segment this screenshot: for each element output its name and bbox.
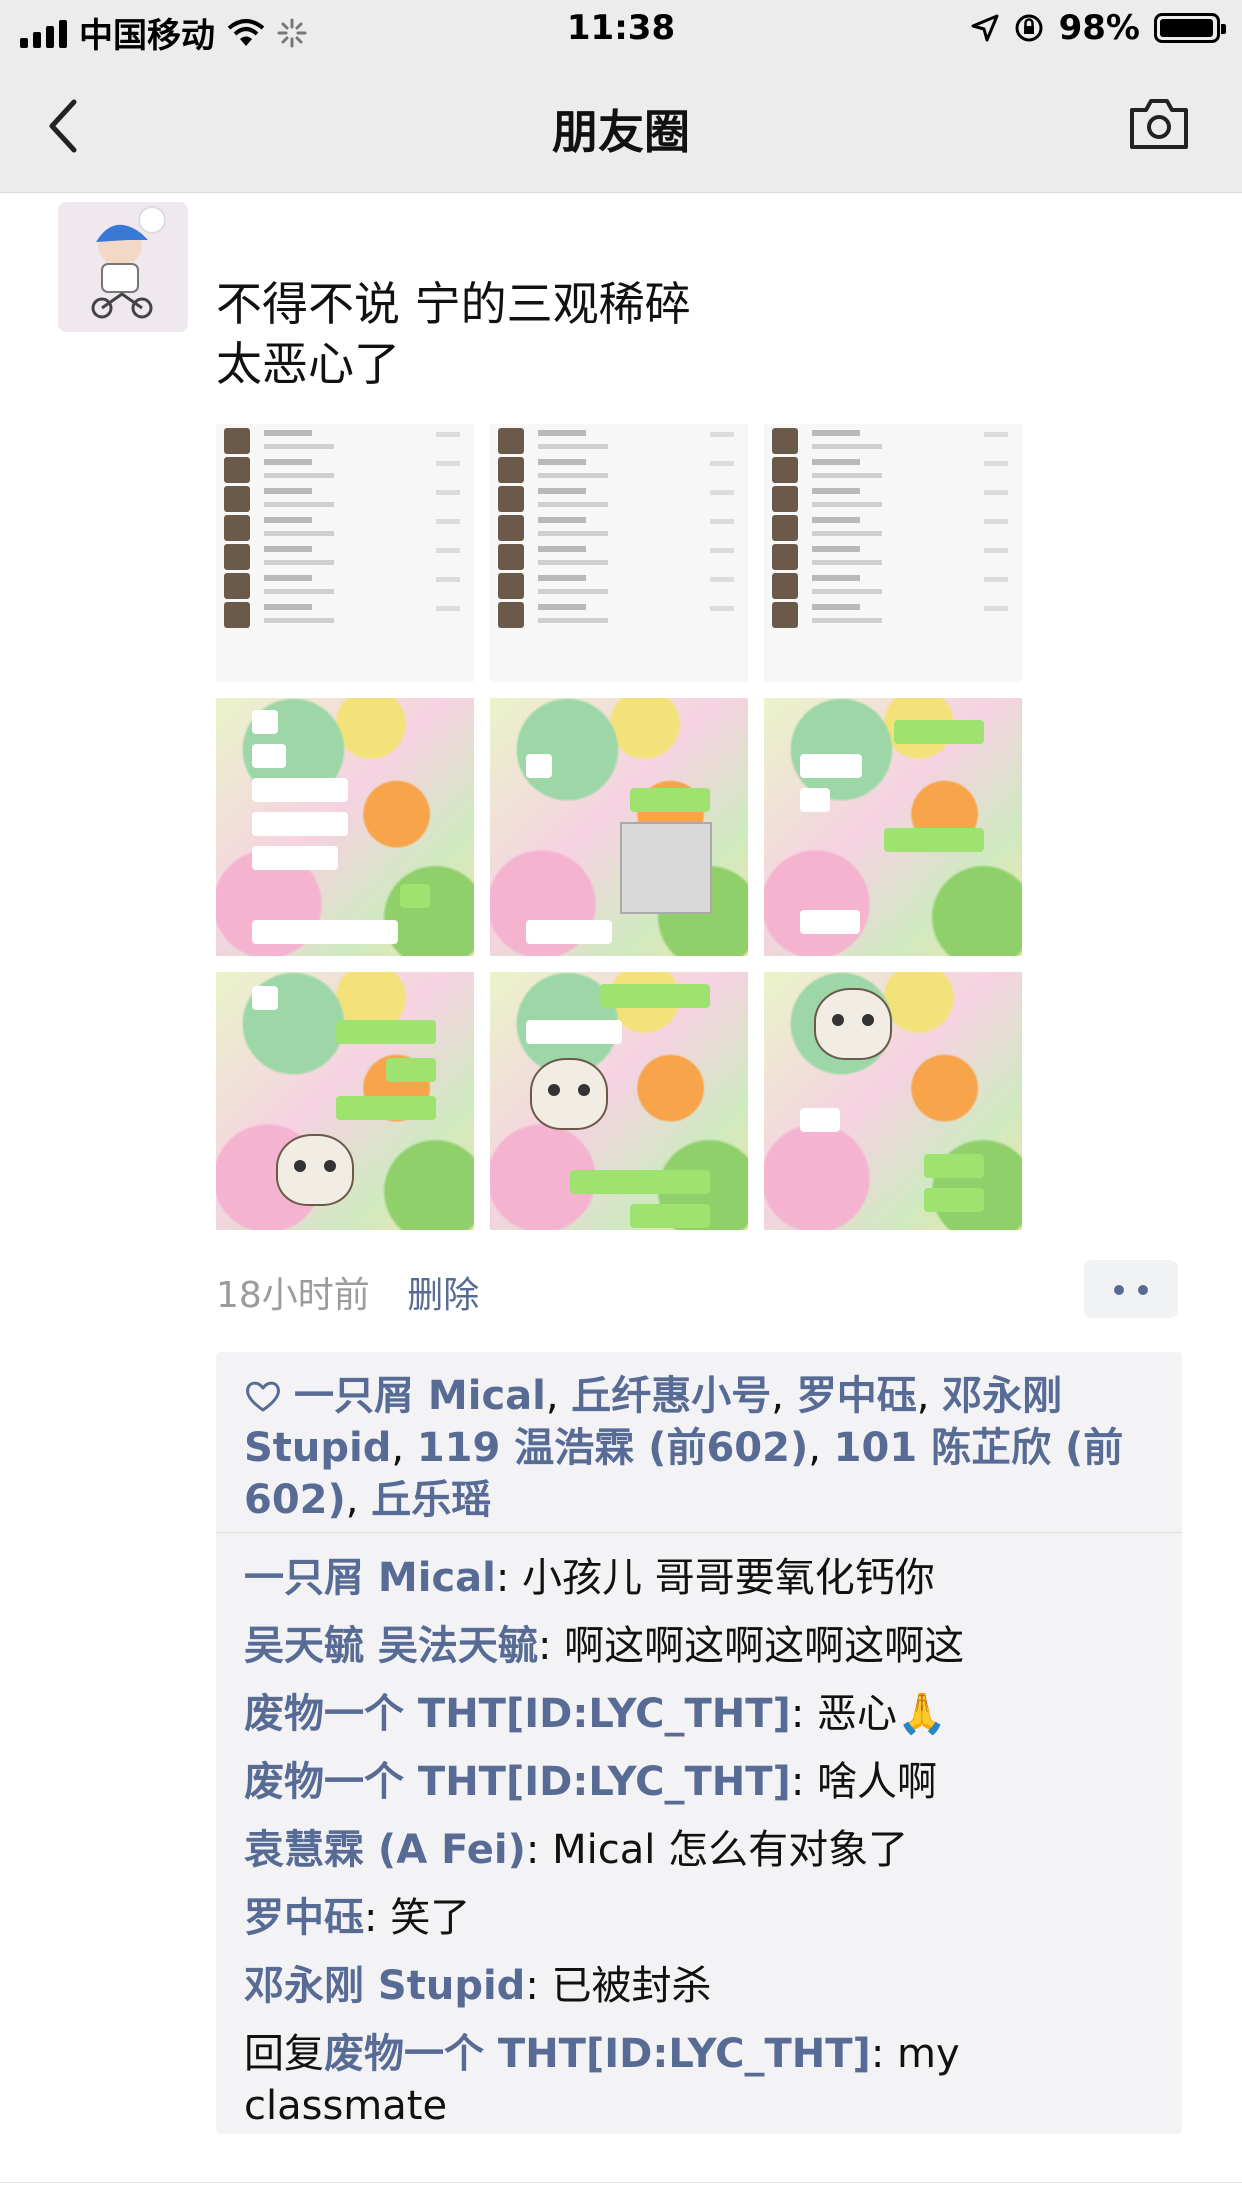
thumb-chat-row	[224, 486, 464, 516]
like-separator: ,	[808, 1425, 834, 1471]
post-text-line: 不得不说 宁的三观稀碎	[216, 277, 691, 331]
post-image-grid	[216, 424, 1032, 1232]
thumb-chat-row	[224, 573, 464, 603]
comment-user[interactable]: 袁慧霖 (A Fei)	[244, 1827, 526, 1873]
thumb-chat-row	[498, 457, 738, 487]
like-user[interactable]: 丘乐瑶	[371, 1477, 491, 1523]
post-image-5[interactable]	[490, 698, 748, 956]
like-separator: ,	[345, 1477, 372, 1523]
thumb-chat-row	[498, 544, 738, 574]
status-bar: 中国移动 11:38 98%	[0, 0, 1242, 60]
thumb-chat-row	[772, 515, 1012, 545]
comment[interactable]: 一只屑 Mical: 小孩儿 哥哥要氧化钙你	[244, 1544, 1164, 1612]
divider	[0, 2182, 1242, 2183]
post-image-2[interactable]	[490, 424, 748, 682]
comment[interactable]: 吴天毓 吴法天毓: 啊这啊这啊这啊这啊这	[244, 1612, 1164, 1680]
comment-text: : 啥人啊	[790, 1759, 938, 1805]
rotation-lock-icon	[1015, 14, 1043, 42]
comment-text: : 笑了	[364, 1895, 471, 1941]
avatar[interactable]	[58, 202, 188, 332]
camera-icon[interactable]	[1128, 96, 1190, 152]
location-arrow-icon	[971, 14, 999, 42]
post-text: 不得不说 宁的三观稀碎 太恶心了	[216, 274, 1176, 394]
thumb-chat-row	[224, 457, 464, 487]
post-image-1[interactable]	[216, 424, 474, 682]
comment-text: : Mical 怎么有对象了	[525, 1827, 909, 1873]
nav-bar: 朋友圈	[0, 60, 1242, 193]
like-separator: ,	[545, 1373, 572, 1419]
comment-text: : 啊这啊这啊这啊这啊这	[537, 1623, 965, 1669]
thumb-chat-row	[772, 486, 1012, 516]
heart-icon	[246, 1381, 280, 1412]
post-image-9[interactable]	[764, 972, 1022, 1230]
comment-user[interactable]: 废物一个 THT[ID:LYC_THT]	[244, 1691, 791, 1737]
thumb-chat-row	[772, 544, 1012, 574]
thumb-chat-row	[224, 602, 464, 632]
like-separator: ,	[391, 1425, 417, 1471]
post-image-3[interactable]	[764, 424, 1022, 682]
comment-text: : 恶心🙏	[790, 1691, 947, 1737]
battery-percent: 98%	[1058, 8, 1140, 48]
avatar-image	[91, 206, 166, 319]
comment-text: : 小孩儿 哥哥要氧化钙你	[495, 1555, 935, 1601]
comment-reply-prefix: 回复	[244, 2031, 324, 2077]
post-time: 18小时前	[216, 1275, 370, 1316]
comment-user[interactable]: 邓永刚 Stupid	[244, 1963, 525, 2009]
post-image-6[interactable]	[764, 698, 1022, 956]
delete-link[interactable]: 删除	[407, 1275, 479, 1316]
thumb-chat-row	[498, 573, 738, 603]
comment[interactable]: 废物一个 THT[ID:LYC_THT]: 恶心🙏	[244, 1680, 1164, 1748]
comment[interactable]: 罗中砡: 笑了	[244, 1884, 1164, 1952]
thumb-chat-row	[224, 515, 464, 545]
post-image-8[interactable]	[490, 972, 748, 1230]
comment[interactable]: 废物一个 THT[ID:LYC_THT]: 啥人啊	[244, 1748, 1164, 1816]
comment-user[interactable]: 罗中砡	[244, 1895, 364, 1941]
likes-comments-panel: 一只屑 Mical, 丘纤惠小号, 罗中砡, 邓永刚 Stupid, 119 温…	[216, 1352, 1182, 2134]
comment-user[interactable]: 一只屑 Mical	[244, 1555, 496, 1601]
thumb-chat-row	[772, 457, 1012, 487]
comment[interactable]: 回复废物一个 THT[ID:LYC_THT]: my classmate	[244, 2020, 1164, 2132]
thumb-chat-row	[498, 515, 738, 545]
comments-list: 一只屑 Mical: 小孩儿 哥哥要氧化钙你 吴天毓 吴法天毓: 啊这啊这啊这啊…	[244, 1544, 1164, 2132]
thumb-chat-row	[224, 544, 464, 574]
battery-fill	[1160, 19, 1213, 37]
comment-user[interactable]: 吴天毓 吴法天毓	[244, 1623, 538, 1669]
like-user[interactable]: 丘纤惠小号	[571, 1373, 771, 1419]
thumb-chat-row	[498, 602, 738, 632]
thumb-chat-row	[772, 602, 1012, 632]
divider	[216, 1532, 1182, 1533]
post-image-7[interactable]	[216, 972, 474, 1230]
thumb-chat-row	[498, 486, 738, 516]
thumb-chat-row	[772, 573, 1012, 603]
like-user[interactable]: 一只屑 Mical	[294, 1373, 546, 1419]
more-dots-icon[interactable]	[1084, 1260, 1178, 1318]
status-right: 98%	[971, 8, 1226, 48]
like-separator: ,	[771, 1373, 797, 1419]
post-image-4[interactable]	[216, 698, 474, 956]
comment-text: : 已被封杀	[525, 1963, 712, 2009]
thumb-chat-row	[224, 428, 464, 458]
post-meta: 18小时前 删除	[216, 1266, 479, 1318]
thumb-chat-row	[772, 428, 1012, 458]
thumb-chat-row	[498, 428, 738, 458]
comment-user[interactable]: 废物一个 THT[ID:LYC_THT]	[324, 2031, 871, 2077]
battery-icon	[1154, 13, 1226, 43]
comment[interactable]: 袁慧霖 (A Fei): Mical 怎么有对象了	[244, 1816, 1164, 1884]
page-title: 朋友圈	[552, 105, 690, 159]
post-text-line: 太恶心了	[216, 337, 400, 391]
comment-user[interactable]: 废物一个 THT[ID:LYC_THT]	[244, 1759, 791, 1805]
likes-list: 一只屑 Mical, 丘纤惠小号, 罗中砡, 邓永刚 Stupid, 119 温…	[244, 1370, 1164, 1526]
like-user[interactable]: 119 温浩霖 (前602)	[417, 1425, 808, 1471]
comment[interactable]: 邓永刚 Stupid: 已被封杀	[244, 1952, 1164, 2020]
like-user[interactable]: 罗中砡	[797, 1373, 917, 1419]
like-separator: ,	[916, 1373, 943, 1419]
